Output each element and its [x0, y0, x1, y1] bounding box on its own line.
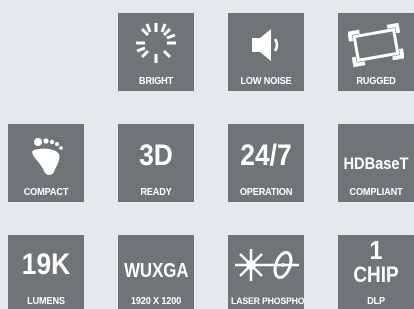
tile-caption: OPERATION — [239, 187, 293, 198]
footprint-icon — [8, 136, 84, 176]
tile-caption: COMPLIANT — [349, 187, 403, 198]
tile-caption: DLP — [367, 296, 385, 307]
tile-big-text: CHIP — [353, 262, 399, 287]
tile-caption: RUGGED — [356, 76, 396, 87]
tile-caption: LOW NOISE — [240, 76, 292, 87]
feature-tile-low-noise: LOW NOISE — [228, 13, 304, 91]
feature-tile-laser-phosphor: LASER PHOSPHOR — [228, 235, 304, 309]
feature-tile-1-chip-dlp: 1 CHIP DLP — [338, 235, 414, 309]
feature-tile-compact: COMPACT — [8, 124, 84, 202]
feature-tile-wuxga: WUXGA 1920 X 1200 — [118, 235, 194, 309]
tile-big-text: 3D — [139, 139, 173, 172]
laser-phosphor-icon — [228, 245, 304, 285]
tile-big-text: WUXGA — [124, 260, 189, 282]
rugged-frame-icon — [338, 23, 414, 67]
tile-big-number: 1 — [369, 235, 383, 265]
tile-caption: READY — [140, 187, 172, 198]
feature-tile-hdbaset: HDBaseT COMPLIANT — [338, 124, 414, 202]
feature-tile-3d-ready: 3D READY — [118, 124, 194, 202]
tile-big-text: HDBaseT — [343, 154, 409, 173]
feature-tile-bright: BRIGHT — [118, 13, 194, 91]
feature-tile-19k-lumens: 19K LUMENS — [8, 235, 84, 309]
speaker-icon — [228, 25, 304, 65]
tile-big-text: 19K — [21, 248, 71, 281]
sunburst-icon — [118, 21, 194, 65]
feature-tile-rugged: RUGGED — [338, 13, 414, 91]
tile-big-text: 24/7 — [240, 139, 292, 172]
tile-caption: LASER PHOSPHOR — [231, 296, 304, 307]
tile-caption: 1920 X 1200 — [130, 296, 182, 307]
tile-caption: LUMENS — [27, 296, 65, 307]
tile-caption: COMPACT — [23, 187, 69, 198]
feature-tile-24-7: 24/7 OPERATION — [228, 124, 304, 202]
tile-caption: BRIGHT — [138, 76, 174, 87]
